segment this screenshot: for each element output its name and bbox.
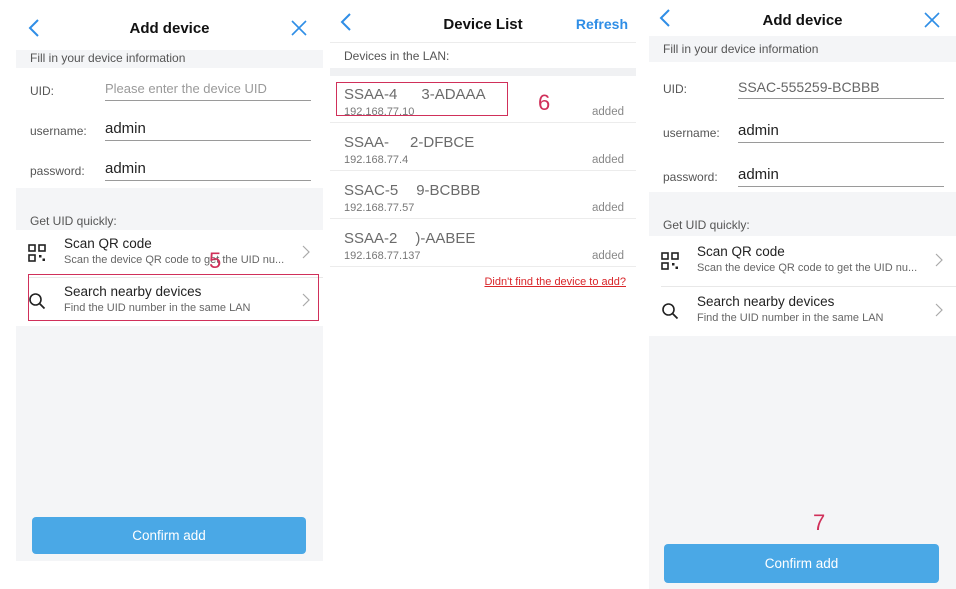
search-nearby-option[interactable]: Search nearby devices Find the UID numbe…	[649, 288, 956, 334]
confirm-add-label: Confirm add	[132, 528, 206, 543]
username-row: username: admin	[649, 112, 956, 152]
section-gap	[330, 68, 636, 76]
search-icon	[661, 302, 679, 320]
device-name: SSAC-5 9-BCBBB	[344, 182, 481, 199]
section-devices-lan: Devices in the LAN:	[344, 49, 450, 63]
search-nearby-subtitle: Find the UID number in the same LAN	[697, 312, 884, 324]
qr-code-icon	[661, 252, 679, 270]
device-name: SSAA- 2-DFBCE	[344, 134, 475, 151]
page-title: Add device	[129, 20, 210, 37]
section-device-info: Fill in your device information	[30, 51, 186, 65]
username-input[interactable]: admin	[105, 118, 311, 141]
chevron-right-icon	[934, 303, 944, 317]
not-found-link[interactable]: Didn't find the device to add?	[484, 276, 626, 288]
device-info-form: UID: Please enter the device UID usernam…	[16, 68, 323, 188]
chevron-right-icon	[934, 253, 944, 267]
username-label: username:	[663, 126, 720, 140]
device-ip: 192.168.77.137	[344, 250, 421, 262]
device-status: added	[592, 250, 624, 262]
close-icon[interactable]	[922, 10, 942, 30]
step-number: 5	[209, 248, 222, 273]
divider	[330, 218, 636, 219]
close-icon[interactable]	[289, 18, 309, 38]
scan-qr-title: Scan QR code	[697, 244, 785, 259]
uid-label: UID:	[663, 82, 687, 96]
uid-row: UID: SSAC-555259-BCBBB	[649, 68, 956, 108]
device-info-form: UID: SSAC-555259-BCBBB username: admin p…	[649, 62, 956, 192]
password-label: password:	[30, 164, 85, 178]
scan-qr-option[interactable]: Scan QR code Scan the device QR code to …	[16, 230, 323, 276]
chevron-right-icon	[301, 245, 311, 259]
username-row: username: admin	[16, 110, 323, 150]
username-input[interactable]: admin	[738, 120, 944, 143]
divider	[330, 122, 636, 123]
password-label: password:	[663, 170, 718, 184]
device-name: SSAA-2 )-AABEE	[344, 230, 476, 247]
password-row: password: admin	[16, 150, 323, 190]
uid-input[interactable]: SSAC-555259-BCBBB	[738, 76, 944, 99]
section-device-info: Fill in your device information	[663, 42, 819, 56]
confirm-add-label: Confirm add	[764, 556, 839, 571]
quick-options: Scan QR code Scan the device QR code to …	[649, 236, 956, 336]
step-number: 6	[538, 90, 551, 115]
confirm-add-button[interactable]: Confirm add	[664, 544, 939, 583]
header: Add device	[649, 4, 956, 36]
refresh-button[interactable]: Refresh	[576, 16, 628, 32]
step-highlight-box	[28, 274, 319, 321]
password-row: password: admin	[649, 156, 956, 196]
device-list-screen: Device List Refresh Devices in the LAN: …	[330, 8, 636, 288]
password-input[interactable]: admin	[105, 158, 311, 181]
uid-label: UID:	[30, 84, 54, 98]
uid-row: UID: Please enter the device UID	[16, 70, 323, 110]
scan-qr-option[interactable]: Scan QR code Scan the device QR code to …	[649, 238, 956, 284]
confirm-add-button[interactable]: Confirm add	[32, 517, 306, 554]
step-highlight-box	[336, 82, 508, 116]
username-label: username:	[30, 124, 87, 138]
header: Device List Refresh	[330, 8, 636, 42]
divider	[330, 266, 636, 267]
divider	[661, 286, 956, 287]
step-number: 7	[813, 510, 826, 535]
device-ip: 192.168.77.57	[344, 202, 415, 214]
password-input[interactable]: admin	[738, 164, 944, 187]
scan-qr-subtitle: Scan the device QR code to get the UID n…	[697, 262, 918, 274]
add-device-screen-2: Add device Fill in your device informati…	[649, 4, 956, 589]
device-status: added	[592, 202, 624, 214]
scan-qr-title: Scan QR code	[64, 236, 152, 251]
device-status: added	[592, 154, 624, 166]
add-device-screen-1: Add device Fill in your device informati…	[16, 8, 323, 561]
scan-qr-subtitle: Scan the device QR code to get the UID n…	[64, 254, 285, 266]
page-title: Add device	[762, 12, 843, 29]
divider	[330, 42, 636, 43]
divider	[330, 170, 636, 171]
search-nearby-title: Search nearby devices	[697, 294, 835, 309]
section-quick-uid: Get UID quickly:	[30, 214, 117, 228]
qr-code-icon	[28, 244, 46, 262]
header: Add device	[16, 8, 323, 50]
device-ip: 192.168.77.4	[344, 154, 409, 166]
uid-input[interactable]: Please enter the device UID	[105, 78, 311, 101]
section-quick-uid: Get UID quickly:	[663, 218, 750, 232]
device-status: added	[592, 106, 624, 118]
